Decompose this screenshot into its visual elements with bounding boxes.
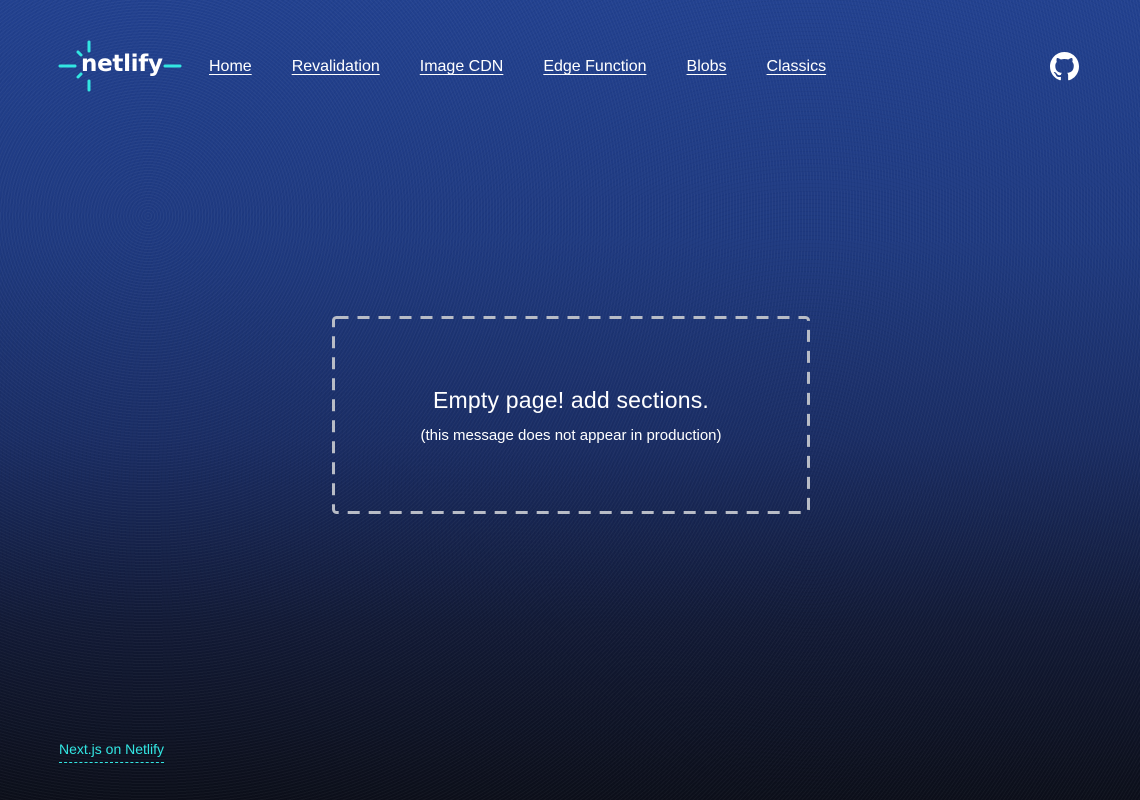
nav-edge-function[interactable]: Edge Function: [543, 56, 646, 78]
nav-blobs[interactable]: Blobs: [687, 56, 727, 78]
nav-classics[interactable]: Classics: [767, 56, 827, 78]
site-header: netlify Home Revalidation Image CDN Edge…: [0, 0, 1140, 132]
empty-page-placeholder: Empty page! add sections. (this message …: [332, 316, 810, 514]
github-link[interactable]: [1050, 52, 1079, 81]
logo-wordmark: netlify: [81, 51, 163, 77]
dashed-border: [332, 316, 810, 514]
empty-page-title: Empty page! add sections.: [432, 387, 710, 413]
empty-page-subtitle: (this message does not appear in product…: [420, 427, 722, 444]
nav-home[interactable]: Home: [209, 56, 252, 78]
nav-image-cdn[interactable]: Image CDN: [420, 56, 504, 78]
nav-revalidation[interactable]: Revalidation: [292, 56, 380, 78]
main-nav: Home Revalidation Image CDN Edge Functio…: [209, 55, 826, 79]
netlify-logo[interactable]: netlify: [58, 40, 184, 92]
footer-nextjs-link[interactable]: Next.js on Netlify: [59, 740, 165, 763]
github-icon: [1050, 52, 1079, 81]
